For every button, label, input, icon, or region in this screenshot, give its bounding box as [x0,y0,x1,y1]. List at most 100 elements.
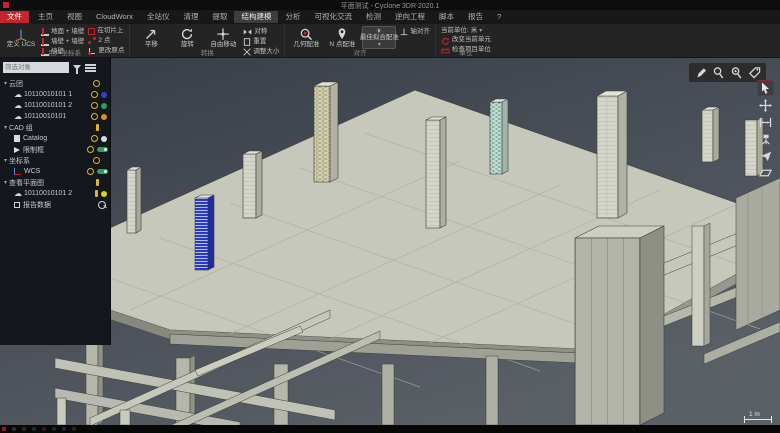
rotate-icon [179,27,195,41]
tree-item-limit-box[interactable]: 限制框 [0,144,110,155]
visibility-eye-icon[interactable] [91,91,98,98]
translate-button[interactable]: 平移 [135,26,167,49]
toggle-on-icon[interactable] [97,147,108,152]
tab-help[interactable]: ? [490,11,508,23]
ribbon-tab-bar: 文件 主页 视图 CloudWorx 全站仪 清理 提取 结构建模 分析 可视化… [0,10,780,24]
tree-group-clouds[interactable]: ▾ 云团 [0,78,110,89]
color-swatch[interactable] [101,92,107,98]
fly-tool-button[interactable] [757,148,774,164]
ribbon: 定义 UCS 地面 + 墙壁 墙壁 + 墙壁 墙壁 在切片上 [0,24,780,58]
color-swatch[interactable] [101,103,107,109]
tab-reverse-engineering[interactable]: 逆向工程 [388,11,432,23]
axis-align-button[interactable]: 轴对齐 [400,28,430,36]
tab-script[interactable]: 脚本 [432,11,461,23]
rotate-button[interactable]: 旋转 [171,26,203,49]
reposition-button[interactable]: 重置 [243,38,279,46]
ribbon-group-ucs: 定义 UCS 地面 + 墙壁 墙壁 + 墙壁 墙壁 在切片上 [0,24,130,57]
visibility-eye-icon[interactable] [87,146,94,153]
menu-icon[interactable] [85,64,96,72]
toggle-on-icon[interactable] [97,169,108,174]
tree-item-catalog[interactable]: Catalog [0,133,110,144]
quick-measure-button[interactable] [711,65,726,80]
caret-icon: ▾ [4,157,7,164]
tree-group-coordinate-systems[interactable]: ▾ 坐标系 [0,155,110,166]
tab-extract[interactable]: 提取 [205,11,234,23]
caret-icon: ▾ [4,179,7,186]
move-arrows-icon [759,99,772,112]
ucs-2-points-button[interactable]: 2 点 [88,37,124,45]
symmetry-button[interactable]: 对称 [243,28,279,36]
caret-icon: ▾ [4,124,7,131]
tab-cloudworx[interactable]: CloudWorx [89,11,140,23]
tab-inspection[interactable]: 检测 [359,11,388,23]
ucs-on-slice-button[interactable]: 在切片上 [88,28,124,35]
visibility-eye-icon[interactable] [91,102,98,109]
define-ucs-button[interactable]: 定义 UCS [5,26,37,49]
highlight-bulb-icon[interactable] [95,190,98,197]
tab-report[interactable]: 报告 [461,11,490,23]
highlight-bulb-icon[interactable] [96,179,99,186]
tree-group-view-plans[interactable]: ▾ 查看平面图 [0,177,110,188]
color-swatch[interactable] [101,191,107,197]
cloud-icon: ☁ [14,102,22,110]
tree-item-cloud-3[interactable]: ☁ 10110010101 [0,111,110,122]
change-current-unit-button[interactable]: 改变当前单元 [441,37,491,45]
best-fit-registration-button[interactable]: 最佳拟合配准 ▾ [362,26,396,49]
tree-group-cad[interactable]: ▾ CAD 组 [0,122,110,133]
current-unit-dropdown[interactable]: 当前单位: 米 ▾ [441,28,491,35]
measure-pencil-button[interactable] [693,65,708,80]
two-points-icon [88,37,96,45]
annotate-pin-icon [730,66,743,79]
cloud-icon: ☁ [14,190,22,198]
ucs-wall-wall-button[interactable]: 墙壁 + 墙壁 [41,38,84,46]
n-points-registration-button[interactable]: N 点配准 [326,26,358,49]
wall-wall-icon [41,38,49,46]
total-station-icon [760,133,772,145]
cloud-icon: ☁ [14,113,22,121]
tab-home[interactable]: 主页 [31,11,60,23]
label-tag-button[interactable] [747,65,762,80]
visibility-eye-icon[interactable] [87,168,94,175]
tree-item-cloud-1[interactable]: ☁ 10110010101 1 [0,89,110,100]
viewport-3d[interactable] [0,58,780,425]
filter-objects-input[interactable] [3,62,69,73]
ribbon-group-units: 当前单位: 米 ▾ 改变当前单元 检查项目单位 单位 [436,24,496,57]
visibility-eye-icon[interactable] [91,113,98,120]
axis-icon [14,168,21,175]
tree-item-cloud-plan[interactable]: ☁ 10110010101 2 [0,188,110,199]
highlight-bulb-icon[interactable] [96,124,99,131]
tab-file[interactable]: 文件 [0,11,29,23]
tab-visual-communication[interactable]: 可视化交流 [307,11,359,23]
tree-item-cloud-2[interactable]: ☁ 10110010101 2 [0,100,110,111]
core-wall[interactable] [575,226,664,425]
reposition-icon [243,38,251,46]
tab-view[interactable]: 视图 [60,11,89,23]
tree-item-wcs[interactable]: WCS [0,166,110,177]
ground-wall-icon [41,28,49,36]
color-swatch[interactable] [101,114,107,120]
chevron-down-icon: ▾ [378,42,381,48]
color-swatch[interactable] [101,136,107,142]
free-move-button[interactable]: 自由移动 [207,26,239,49]
tab-analysis[interactable]: 分析 [278,11,307,23]
filter-icon[interactable] [73,65,81,70]
slice-plane-button[interactable] [757,165,774,181]
tree-item-report-data[interactable]: 报告数据 [0,199,110,210]
tab-cleaning[interactable]: 清理 [176,11,205,23]
visibility-eye-icon[interactable] [93,80,100,87]
select-tool-button[interactable] [757,80,774,96]
ucs-ground-wall-button[interactable]: 地面 + 墙壁 [41,28,84,36]
tab-structure-modeling[interactable]: 结构建模 [234,11,278,23]
station-view-button[interactable] [757,131,774,147]
column-selected-blue [195,195,214,270]
tab-surveying[interactable]: 全站仪 [140,11,177,23]
quick-annotate-button[interactable] [729,65,744,80]
pan-tool-button[interactable] [757,97,774,113]
distance-tool-button[interactable] [757,114,774,130]
pin-icon [334,27,350,41]
visibility-eye-icon[interactable] [93,157,100,164]
change-unit-icon [441,37,450,45]
visibility-eye-icon[interactable] [91,135,98,142]
geometry-registration-button[interactable]: 几何配准 [290,26,322,49]
magnifier-icon[interactable] [98,201,106,209]
